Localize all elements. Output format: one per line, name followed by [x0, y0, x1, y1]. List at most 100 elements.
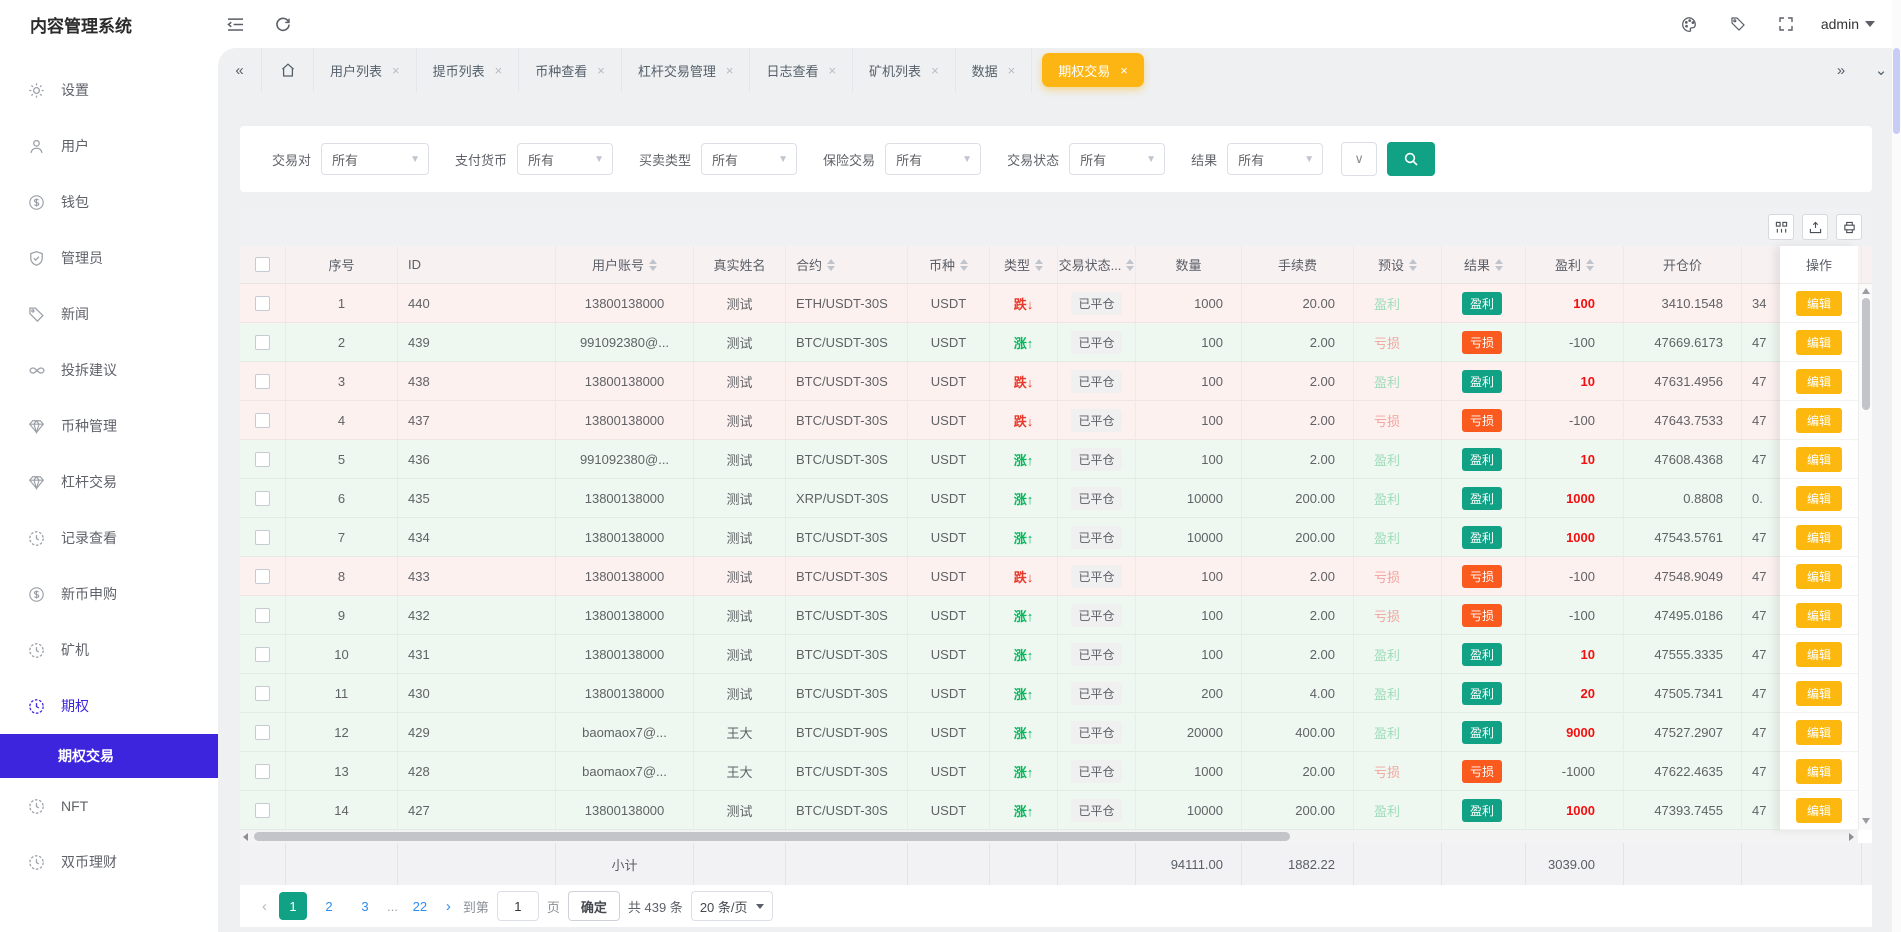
tabs-scroll-left-button[interactable]: «: [218, 48, 262, 92]
sort-icon[interactable]: [1409, 259, 1417, 271]
row-checkbox[interactable]: [255, 491, 270, 506]
refresh-button[interactable]: [266, 7, 300, 41]
edit-button[interactable]: 编辑: [1796, 759, 1842, 784]
tab-8[interactable]: 期权交易×: [1042, 53, 1144, 87]
sort-icon[interactable]: [1495, 259, 1503, 271]
sidebar-item-15[interactable]: 双币理财: [0, 834, 218, 890]
column-header[interactable]: 用户账号: [556, 246, 694, 283]
horizontal-scrollbar-thumb[interactable]: [254, 832, 1290, 841]
sidebar-item-8[interactable]: 杠杆交易: [0, 454, 218, 510]
scroll-right-arrow-icon[interactable]: [1849, 833, 1854, 841]
page-button-1[interactable]: 1: [279, 892, 307, 920]
filter-select[interactable]: 所有▼: [1069, 143, 1165, 175]
scroll-down-arrow-icon[interactable]: [1862, 818, 1870, 824]
edit-button[interactable]: 编辑: [1796, 681, 1842, 706]
sidebar-item-5[interactable]: 新闻: [0, 286, 218, 342]
sidebar-item-3[interactable]: 钱包: [0, 174, 218, 230]
tabs-scroll-right-button[interactable]: »: [1821, 48, 1861, 92]
filter-collapse-button[interactable]: ∨: [1341, 142, 1377, 176]
page-button-22[interactable]: 22: [406, 892, 434, 920]
menu-collapse-button[interactable]: [218, 7, 252, 41]
tab-1[interactable]: 用户列表×: [314, 48, 417, 92]
column-header[interactable]: 预设: [1354, 246, 1442, 283]
export-button[interactable]: [1802, 214, 1828, 240]
sidebar-item-4[interactable]: 管理员: [0, 230, 218, 286]
next-page-button[interactable]: ›: [442, 898, 455, 915]
row-checkbox[interactable]: [255, 296, 270, 311]
tab-close-icon[interactable]: ×: [597, 63, 605, 78]
search-button[interactable]: [1387, 142, 1435, 176]
column-header[interactable]: 类型: [990, 246, 1058, 283]
row-checkbox[interactable]: [255, 647, 270, 662]
tab-close-icon[interactable]: ×: [495, 63, 503, 78]
edit-button[interactable]: 编辑: [1796, 603, 1842, 628]
page-button-3[interactable]: 3: [351, 892, 379, 920]
sidebar-item-6[interactable]: 投拆建议: [0, 342, 218, 398]
filter-select[interactable]: 所有▼: [701, 143, 797, 175]
vertical-scrollbar-thumb[interactable]: [1862, 298, 1870, 410]
row-checkbox[interactable]: [255, 569, 270, 584]
edit-button[interactable]: 编辑: [1796, 447, 1842, 472]
sidebar-item-14[interactable]: NFT: [0, 778, 218, 834]
page-scrollbar[interactable]: [1892, 0, 1901, 932]
tab-close-icon[interactable]: ×: [931, 63, 939, 78]
column-header[interactable]: 币种: [908, 246, 990, 283]
scroll-up-arrow-icon[interactable]: [1862, 288, 1870, 294]
tags-button[interactable]: [1721, 7, 1755, 41]
print-button[interactable]: [1836, 214, 1862, 240]
column-header[interactable]: 合约: [786, 246, 908, 283]
page-button-2[interactable]: 2: [315, 892, 343, 920]
sidebar-item-13[interactable]: 期权交易: [0, 734, 218, 778]
edit-button[interactable]: 编辑: [1796, 408, 1842, 433]
tab-close-icon[interactable]: ×: [392, 63, 400, 78]
theme-button[interactable]: [1673, 7, 1707, 41]
row-checkbox[interactable]: [255, 374, 270, 389]
row-checkbox[interactable]: [255, 530, 270, 545]
edit-button[interactable]: 编辑: [1796, 642, 1842, 667]
select-all-checkbox[interactable]: [255, 257, 270, 272]
edit-button[interactable]: 编辑: [1796, 330, 1842, 355]
row-checkbox[interactable]: [255, 725, 270, 740]
sidebar-item-7[interactable]: 币种管理: [0, 398, 218, 454]
edit-button[interactable]: 编辑: [1796, 720, 1842, 745]
row-checkbox[interactable]: [255, 335, 270, 350]
sort-icon[interactable]: [1586, 259, 1594, 271]
sidebar-item-11[interactable]: 矿机: [0, 622, 218, 678]
row-checkbox[interactable]: [255, 764, 270, 779]
sidebar-item-2[interactable]: 用户: [0, 118, 218, 174]
edit-button[interactable]: 编辑: [1796, 525, 1842, 550]
sort-icon[interactable]: [649, 259, 657, 271]
filter-select[interactable]: 所有▼: [321, 143, 429, 175]
row-checkbox[interactable]: [255, 686, 270, 701]
sidebar-item-1[interactable]: 设置: [0, 62, 218, 118]
tab-3[interactable]: 币种查看×: [519, 48, 622, 92]
row-checkbox[interactable]: [255, 413, 270, 428]
sort-icon[interactable]: [960, 259, 968, 271]
edit-button[interactable]: 编辑: [1796, 486, 1842, 511]
row-checkbox[interactable]: [255, 803, 270, 818]
page-scrollbar-thumb[interactable]: [1893, 48, 1900, 134]
fullscreen-button[interactable]: [1769, 7, 1803, 41]
column-settings-button[interactable]: [1768, 214, 1794, 240]
user-menu[interactable]: admin: [1821, 16, 1875, 32]
prev-page-button[interactable]: ‹: [258, 898, 271, 915]
edit-button[interactable]: 编辑: [1796, 564, 1842, 589]
sidebar-item-10[interactable]: 新币申购: [0, 566, 218, 622]
filter-select[interactable]: 所有▼: [885, 143, 981, 175]
sort-icon[interactable]: [1126, 259, 1134, 271]
tab-close-icon[interactable]: ×: [726, 63, 734, 78]
row-checkbox[interactable]: [255, 452, 270, 467]
page-size-select[interactable]: 20 条/页: [691, 891, 773, 921]
horizontal-scrollbar[interactable]: [240, 830, 1858, 843]
row-checkbox[interactable]: [255, 608, 270, 623]
tab-4[interactable]: 杠杆交易管理×: [622, 48, 751, 92]
edit-button[interactable]: 编辑: [1796, 798, 1842, 823]
tab-close-icon[interactable]: ×: [1120, 63, 1128, 78]
tab-close-icon[interactable]: ×: [1008, 63, 1016, 78]
tab-7[interactable]: 数据×: [956, 48, 1033, 92]
sidebar-item-12[interactable]: 期权: [0, 678, 218, 734]
column-header[interactable]: 盈利: [1526, 246, 1624, 283]
sort-icon[interactable]: [827, 259, 835, 271]
column-header[interactable]: 结果: [1442, 246, 1526, 283]
sidebar-item-9[interactable]: 记录查看: [0, 510, 218, 566]
